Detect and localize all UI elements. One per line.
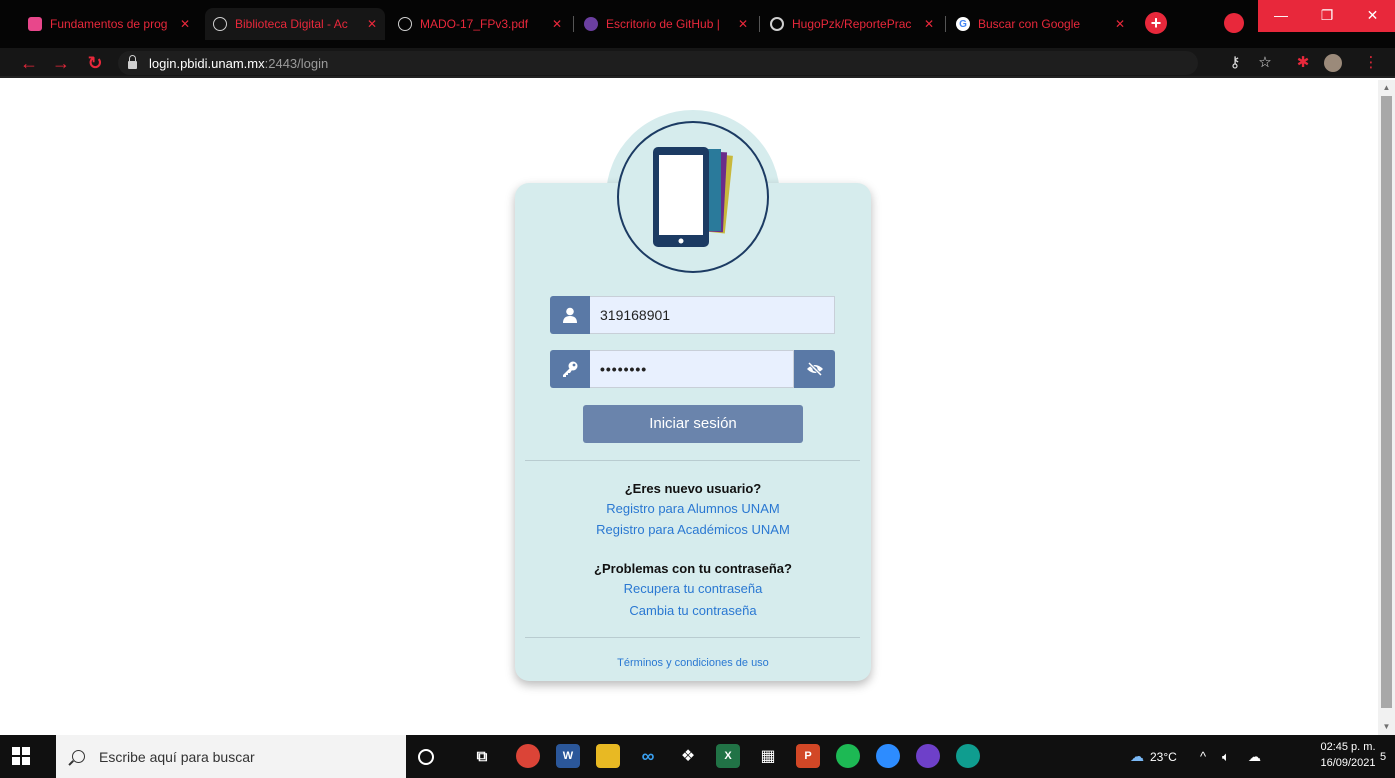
close-tab-icon[interactable]: ✕ [552, 17, 562, 31]
key-icon[interactable]: ⚷ [1224, 52, 1246, 74]
username-field [550, 296, 835, 334]
tab-mado-pdf[interactable]: MADO-17_FPv3.pdf ✕ [390, 8, 570, 40]
github-desktop-icon[interactable] [916, 744, 940, 768]
close-window-button[interactable]: ✕ [1350, 0, 1395, 32]
tab-github-desktop[interactable]: Escritorio de GitHub | ✕ [576, 8, 756, 40]
taskbar-search-placeholder: Escribe aquí para buscar [99, 748, 255, 765]
github-desktop-icon [584, 17, 598, 31]
address-bar[interactable]: login.pbidi.unam.mx:2443/login [118, 51, 1198, 75]
github-icon [770, 17, 784, 31]
forward-arrow-icon[interactable]: → [50, 52, 72, 74]
zoom-icon[interactable] [876, 744, 900, 768]
close-tab-icon[interactable]: ✕ [924, 17, 934, 31]
avatar[interactable] [1322, 52, 1344, 74]
arduino-icon[interactable]: ∞ [636, 744, 660, 768]
tab-reporte-prac[interactable]: HugoPzk/ReportePrac ✕ [762, 8, 942, 40]
scroll-down-icon[interactable]: ▼ [1378, 719, 1395, 735]
user-icon [550, 296, 590, 334]
url-path: :2443/login [264, 55, 329, 71]
recover-password-link[interactable]: Recupera tu contraseña [515, 581, 871, 596]
reload-icon[interactable]: ↻ [84, 52, 106, 74]
change-password-link[interactable]: Cambia tu contraseña [515, 603, 871, 618]
eye-slash-icon [806, 362, 823, 376]
tab-separator [945, 16, 946, 32]
url-host: login.pbidi.unam.mx [149, 55, 265, 71]
spotify-icon[interactable] [836, 744, 860, 768]
search-icon [72, 750, 85, 763]
scroll-up-icon[interactable]: ▲ [1378, 80, 1395, 96]
clock-date: 16/09/2021 [1320, 757, 1376, 769]
password-problems-heading: ¿Problemas con tu contraseña? [594, 561, 792, 576]
tab-fundamentos[interactable]: Fundamentos de prog ✕ [20, 8, 198, 40]
browser-toolbar: ← → ↻ login.pbidi.unam.mx:2443/login ⚷ ☆… [0, 48, 1395, 78]
star-icon[interactable]: ☆ [1254, 52, 1276, 74]
chrome-icon[interactable] [516, 744, 540, 768]
classroom-icon [28, 17, 42, 31]
excel-icon[interactable]: X [716, 744, 740, 768]
globe-icon [213, 17, 227, 31]
close-tab-icon[interactable]: ✕ [738, 17, 748, 31]
show-hidden-icons-chevron-icon[interactable]: ^ [1200, 735, 1206, 778]
divider [525, 637, 860, 638]
register-academics-link[interactable]: Registro para Académicos UNAM [515, 522, 871, 537]
username-input[interactable] [590, 296, 835, 334]
close-tab-icon[interactable]: ✕ [180, 17, 190, 31]
edge-icon[interactable] [956, 744, 980, 768]
scroll-thumb[interactable] [1381, 96, 1392, 708]
onedrive-icon[interactable]: ☁ [1248, 735, 1261, 778]
temperature-label: 23°C [1150, 749, 1177, 764]
page-scrollbar[interactable]: ▲ ▼ [1378, 80, 1395, 735]
volume-icon[interactable]: 🔈︎ [1222, 735, 1230, 778]
extension-icon[interactable] [1224, 13, 1244, 33]
windows-taskbar: Escribe aquí para buscar ⧉ W ∞ ❖ X ▦ P ☁… [0, 735, 1395, 778]
store-icon[interactable]: ▦ [756, 744, 780, 768]
clock-time: 02:45 p. m. [1320, 741, 1376, 753]
browser-tab-strip: Fundamentos de prog ✕ Biblioteca Digital… [0, 0, 1395, 48]
globe-icon [398, 17, 412, 31]
tablet-books-icon [653, 147, 733, 247]
password-input[interactable]: •••••••• [590, 350, 794, 388]
login-button[interactable]: Iniciar sesión [583, 405, 803, 443]
weather-widget[interactable]: ☁ 23°C [1130, 735, 1177, 778]
toggle-password-visibility-button[interactable] [794, 350, 835, 388]
puzzle-icon[interactable]: ✱ [1292, 52, 1314, 74]
file-explorer-icon[interactable] [596, 744, 620, 768]
key-icon [550, 350, 590, 388]
tab-separator [759, 16, 760, 32]
close-tab-icon[interactable]: ✕ [1115, 17, 1125, 31]
system-clock[interactable]: 02:45 p. m. 16/09/2021 [1318, 739, 1378, 771]
cortana-icon[interactable] [418, 749, 434, 765]
powerpoint-icon[interactable]: P [796, 744, 820, 768]
task-view-icon[interactable]: ⧉ [470, 744, 494, 768]
close-tab-icon[interactable]: ✕ [367, 17, 377, 31]
password-field: •••••••• [550, 350, 835, 388]
lock-icon[interactable] [128, 54, 137, 69]
library-logo [617, 121, 769, 273]
taskbar-search[interactable]: Escribe aquí para buscar [56, 735, 406, 778]
tab-biblioteca-digital[interactable]: Biblioteca Digital - Ac ✕ [205, 8, 385, 40]
tab-separator [573, 16, 574, 32]
tab-buscar-google[interactable]: G Buscar con Google ✕ [948, 8, 1133, 40]
dropbox-icon[interactable]: ❖ [676, 744, 700, 768]
menu-dots-icon[interactable]: ⋮ [1360, 52, 1382, 74]
minimize-button[interactable]: — [1258, 0, 1304, 32]
new-user-heading: ¿Eres nuevo usuario? [624, 481, 762, 496]
back-arrow-icon[interactable]: ← [18, 52, 40, 74]
register-students-link[interactable]: Registro para Alumnos UNAM [515, 501, 871, 516]
cloud-icon: ☁ [1130, 748, 1144, 764]
windows-start-icon[interactable] [12, 747, 30, 765]
word-icon[interactable]: W [556, 744, 580, 768]
notifications-icon[interactable]: 5 [1380, 735, 1386, 778]
divider [525, 460, 860, 461]
terms-link[interactable]: Términos y condiciones de uso [515, 657, 871, 669]
google-icon: G [956, 17, 970, 31]
new-tab-button[interactable]: + [1145, 12, 1167, 34]
notification-count: 5 [1380, 750, 1387, 763]
restore-button[interactable]: ❐ [1304, 0, 1350, 32]
